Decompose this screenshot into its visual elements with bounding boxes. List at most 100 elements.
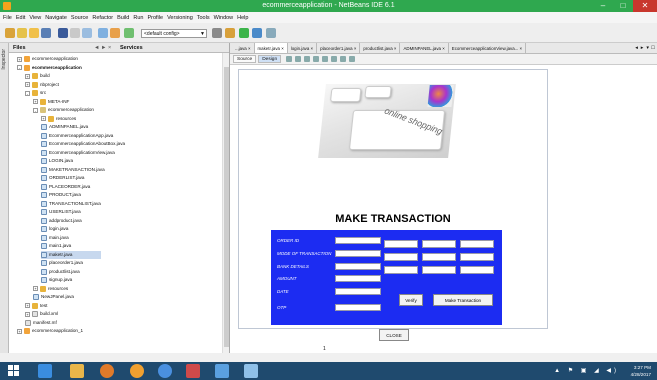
tree-item[interactable]: ADMINPANEL.java [41, 123, 88, 132]
tree-item[interactable]: + test [25, 302, 47, 311]
build-icon[interactable] [212, 28, 222, 38]
close-tab-icon[interactable]: × [280, 46, 284, 51]
center-horizontal-icon[interactable] [331, 56, 338, 62]
close-tab-icon[interactable]: × [309, 46, 314, 51]
tree-item[interactable]: productlist.java [41, 268, 80, 277]
photos-icon[interactable] [215, 364, 229, 378]
tree-item[interactable]: - ecommerceapplication [17, 64, 82, 73]
menu-build[interactable]: Build [117, 15, 129, 21]
tree-item[interactable]: + build [25, 72, 50, 81]
windows-start-icon[interactable] [8, 365, 20, 377]
close-tab-icon[interactable]: × [353, 46, 357, 51]
bank-detail-field[interactable] [384, 253, 418, 261]
tree-scrollbar-thumb[interactable] [224, 67, 229, 347]
bank-detail-field[interactable] [460, 240, 494, 248]
expand-icon[interactable]: + [17, 56, 22, 62]
menu-run[interactable]: Run [133, 15, 143, 21]
tree-item[interactable]: addproduct.java [41, 217, 82, 226]
tree-scrollbar[interactable] [222, 53, 229, 353]
tree-item[interactable]: + META-INF [33, 98, 69, 107]
tab-navigation-controls[interactable]: ◄ ► ▼ ☐ [634, 45, 657, 51]
editor-tab[interactable]: login.java × [288, 43, 318, 53]
config-combo[interactable]: <default config> ▼ [141, 29, 207, 38]
align-bottom-icon[interactable] [349, 56, 356, 62]
collapse-icon[interactable]: - [17, 65, 22, 71]
bank-detail-field[interactable] [460, 266, 494, 274]
ie-icon[interactable] [38, 364, 52, 378]
system-tray-icons[interactable]: ▲ ⚑ ▣ ◢ ◀) [554, 367, 619, 374]
paste-icon[interactable] [82, 28, 92, 38]
tree-item[interactable]: PRODUCT.java [41, 191, 81, 200]
new-project-icon[interactable] [5, 28, 15, 38]
expand-icon[interactable]: + [25, 311, 30, 317]
debug-icon[interactable] [252, 28, 262, 38]
tab-files[interactable]: Files [13, 45, 26, 51]
tree-item[interactable]: NewJPanel.java [33, 293, 74, 302]
refresh-icon[interactable] [124, 28, 134, 38]
selection-mode-icon[interactable] [286, 56, 293, 62]
expand-icon[interactable]: + [25, 303, 30, 309]
preview-icon[interactable] [304, 56, 311, 62]
tree-item[interactable]: USERLIST.java [41, 208, 81, 217]
file-explorer-icon[interactable] [70, 364, 84, 378]
bank-details-field[interactable] [335, 263, 381, 270]
tree-item[interactable]: main1.java [41, 242, 71, 251]
align-right-icon[interactable] [322, 56, 329, 62]
tree-item[interactable]: EcommerceapplicationView.java [41, 149, 115, 158]
menu-tools[interactable]: Tools [197, 15, 210, 21]
clean-build-icon[interactable] [225, 28, 235, 38]
tree-item[interactable]: + ecommerceapplication [17, 55, 78, 64]
editor-tab[interactable]: ADMINPANEL.java × [400, 43, 449, 53]
collapse-icon[interactable]: - [25, 90, 30, 96]
bank-detail-field[interactable] [422, 253, 456, 261]
tree-item[interactable]: EcommerceapplicationApp.java [41, 132, 113, 141]
menu-versioning[interactable]: Versioning [167, 15, 193, 21]
menu-edit[interactable]: Edit [16, 15, 25, 21]
expand-icon[interactable]: + [33, 286, 38, 292]
tree-item[interactable]: - src [25, 89, 46, 98]
profile-icon[interactable] [266, 28, 276, 38]
tab-services[interactable]: Services [120, 45, 143, 51]
editor-tab[interactable]: placeorder1.java × [317, 43, 361, 53]
minimize-button[interactable]: – [593, 0, 613, 12]
otp-field[interactable] [335, 304, 381, 311]
source-button[interactable]: Source [233, 55, 257, 63]
tree-item[interactable]: manifest.mf [25, 319, 57, 328]
tree-item[interactable]: + resources [41, 115, 76, 124]
expand-icon[interactable]: + [17, 328, 22, 334]
menu-file[interactable]: File [3, 15, 12, 21]
amount-field[interactable] [335, 275, 381, 282]
tree-item[interactable]: + build.xml [25, 310, 58, 319]
firefox-icon[interactable] [130, 364, 144, 378]
tree-item[interactable]: + nbproject [25, 81, 59, 90]
bank-detail-field[interactable] [422, 240, 456, 248]
new-file-icon[interactable] [17, 28, 27, 38]
bank-detail-field[interactable] [460, 253, 494, 261]
editor-tab[interactable]: EcommerceapplicationView.java... × [449, 43, 527, 53]
redo-icon[interactable] [110, 28, 120, 38]
tree-item[interactable]: - ecommerceapplication [33, 106, 94, 115]
menu-navigate[interactable]: Navigate [45, 15, 67, 21]
bank-detail-field[interactable] [384, 240, 418, 248]
editor-tab[interactable]: productlist.java × [360, 43, 401, 53]
expand-icon[interactable]: + [25, 82, 30, 88]
editor-tab[interactable]: maketr.java × [254, 43, 288, 53]
cut-icon[interactable] [58, 28, 68, 38]
verify-button[interactable]: Verify [399, 294, 423, 306]
tree-item[interactable]: + ecommerceapplication_1 [17, 327, 83, 336]
tree-item[interactable]: PLACEORDER.java [41, 183, 90, 192]
menu-profile[interactable]: Profile [147, 15, 163, 21]
close-tab-icon[interactable]: × [247, 46, 251, 51]
order-id-field[interactable] [335, 237, 381, 244]
menu-view[interactable]: View [29, 15, 41, 21]
close-tab-icon[interactable]: × [441, 46, 445, 51]
clock[interactable]: 3:27 PM 4/28/2017 [631, 364, 651, 378]
save-all-icon[interactable] [41, 28, 51, 38]
expand-icon[interactable]: + [41, 116, 46, 122]
tree-item[interactable]: TRANSACTIONLIST.java [41, 200, 101, 209]
tree-item[interactable]: LOGIN.java [41, 157, 73, 166]
expand-icon[interactable]: + [25, 73, 30, 79]
bank-detail-field[interactable] [384, 266, 418, 274]
design-button[interactable]: Design [258, 55, 282, 63]
run-icon[interactable] [239, 28, 249, 38]
